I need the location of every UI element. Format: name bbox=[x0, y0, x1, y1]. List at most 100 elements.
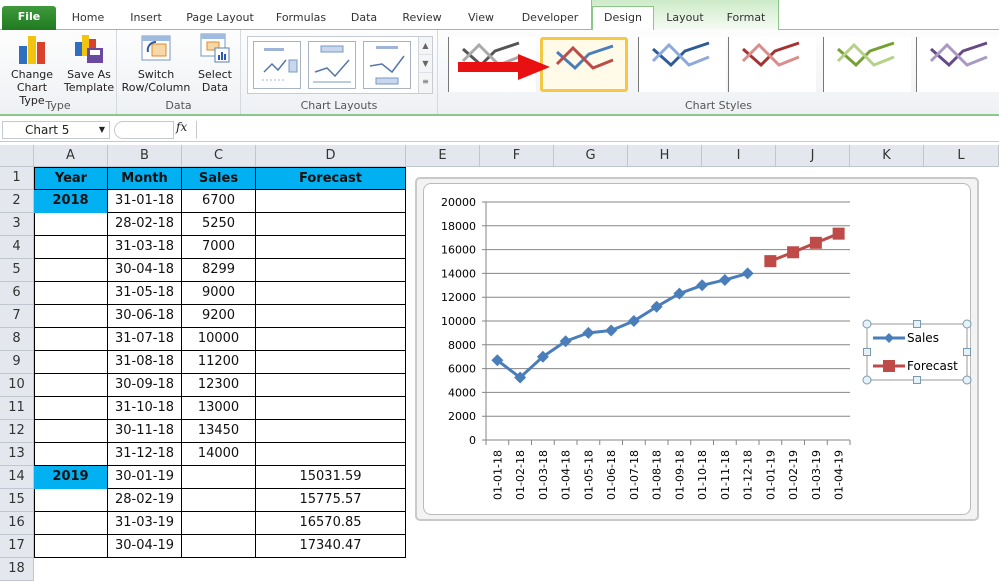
table-header-year[interactable]: Year bbox=[34, 167, 108, 190]
table-cell[interactable]: 15775.57 bbox=[256, 489, 406, 512]
tab-data[interactable]: Data bbox=[342, 9, 386, 30]
table-cell[interactable]: 15031.59 bbox=[256, 466, 406, 489]
row-header-3[interactable]: 3 bbox=[0, 213, 34, 236]
column-header-A[interactable]: A bbox=[34, 145, 108, 167]
table-cell[interactable]: 31-10-18 bbox=[108, 397, 182, 420]
table-cell[interactable] bbox=[34, 374, 108, 397]
row-header-2[interactable]: 2 bbox=[0, 190, 34, 213]
scroll-down-icon[interactable]: ▼ bbox=[419, 55, 432, 73]
tab-layout[interactable]: Layout bbox=[658, 9, 712, 30]
table-cell[interactable]: 9000 bbox=[182, 282, 256, 305]
table-cell[interactable]: 31-03-18 bbox=[108, 236, 182, 259]
row-header-16[interactable]: 16 bbox=[0, 512, 34, 535]
scroll-up-icon[interactable]: ▲ bbox=[419, 37, 432, 55]
table-cell[interactable] bbox=[34, 328, 108, 351]
table-cell[interactable] bbox=[182, 512, 256, 535]
table-cell[interactable] bbox=[34, 351, 108, 374]
table-header-sales[interactable]: Sales bbox=[182, 167, 256, 190]
chart-object[interactable]: 0 2000 4000 6000 8000 10000 12000 14000 16000 180… bbox=[415, 177, 979, 521]
column-header-J[interactable]: J bbox=[776, 145, 850, 167]
row-header-7[interactable]: 7 bbox=[0, 305, 34, 328]
table-cell[interactable] bbox=[256, 420, 406, 443]
table-cell[interactable]: 17340.47 bbox=[256, 535, 406, 558]
column-header-G[interactable]: G bbox=[554, 145, 628, 167]
chart-style-blue[interactable] bbox=[638, 37, 726, 92]
chart-layout-3[interactable] bbox=[363, 41, 411, 89]
column-header-B[interactable]: B bbox=[108, 145, 182, 167]
table-cell[interactable]: 30-11-18 bbox=[108, 420, 182, 443]
tab-developer[interactable]: Developer bbox=[516, 9, 584, 30]
table-cell[interactable] bbox=[182, 489, 256, 512]
chart-layout-1[interactable] bbox=[253, 41, 301, 89]
table-cell[interactable] bbox=[256, 374, 406, 397]
table-cell[interactable]: 13000 bbox=[182, 397, 256, 420]
table-cell[interactable] bbox=[256, 236, 406, 259]
row-header-13[interactable]: 13 bbox=[0, 443, 34, 466]
table-cell[interactable] bbox=[34, 443, 108, 466]
table-cell[interactable]: 7000 bbox=[182, 236, 256, 259]
chart-style-red[interactable] bbox=[728, 37, 816, 92]
chart-area[interactable]: 0 2000 4000 6000 8000 10000 12000 14000 16000 180… bbox=[423, 183, 972, 515]
row-header-1[interactable]: 1 bbox=[0, 167, 34, 190]
row-header-5[interactable]: 5 bbox=[0, 259, 34, 282]
table-cell[interactable]: 30-04-18 bbox=[108, 259, 182, 282]
chart-layout-2[interactable] bbox=[308, 41, 356, 89]
table-cell[interactable]: 10000 bbox=[182, 328, 256, 351]
table-cell[interactable]: 13450 bbox=[182, 420, 256, 443]
table-header-month[interactable]: Month bbox=[108, 167, 182, 190]
row-header-10[interactable]: 10 bbox=[0, 374, 34, 397]
table-cell[interactable] bbox=[256, 213, 406, 236]
table-cell[interactable]: 30-01-19 bbox=[108, 466, 182, 489]
table-cell[interactable] bbox=[256, 397, 406, 420]
table-cell[interactable]: 8299 bbox=[182, 259, 256, 282]
table-cell[interactable] bbox=[34, 282, 108, 305]
table-cell[interactable]: 11200 bbox=[182, 351, 256, 374]
table-cell[interactable]: 2018 bbox=[34, 190, 108, 213]
formula-input[interactable] bbox=[196, 121, 996, 139]
table-cell[interactable]: 12300 bbox=[182, 374, 256, 397]
row-header-9[interactable]: 9 bbox=[0, 351, 34, 374]
table-cell[interactable]: 30-09-18 bbox=[108, 374, 182, 397]
tab-formulas[interactable]: Formulas bbox=[270, 9, 332, 30]
row-header-4[interactable]: 4 bbox=[0, 236, 34, 259]
chart-style-purple[interactable] bbox=[916, 37, 999, 92]
switch-row-column-button[interactable]: Switch Row/Column bbox=[121, 32, 191, 94]
save-as-template-button[interactable]: Save As Template bbox=[62, 32, 116, 94]
table-cell[interactable]: 9200 bbox=[182, 305, 256, 328]
table-cell[interactable]: 6700 bbox=[182, 190, 256, 213]
table-cell[interactable] bbox=[34, 420, 108, 443]
column-header-H[interactable]: H bbox=[628, 145, 702, 167]
tab-design[interactable]: Design bbox=[592, 6, 654, 31]
table-cell[interactable] bbox=[34, 259, 108, 282]
row-header-14[interactable]: 14 bbox=[0, 466, 34, 489]
row-header-17[interactable]: 17 bbox=[0, 535, 34, 558]
select-all-corner[interactable] bbox=[0, 145, 34, 167]
table-cell[interactable]: 31-08-18 bbox=[108, 351, 182, 374]
gallery-expand-icon[interactable]: ≡ bbox=[419, 73, 432, 91]
tab-page-layout[interactable]: Page Layout bbox=[180, 9, 260, 30]
table-cell[interactable] bbox=[34, 535, 108, 558]
name-box[interactable]: Chart 5 ▼ bbox=[2, 121, 110, 139]
change-chart-type-button[interactable]: Change Chart Type bbox=[4, 32, 60, 107]
column-header-D[interactable]: D bbox=[256, 145, 406, 167]
table-cell[interactable] bbox=[256, 351, 406, 374]
chevron-down-icon[interactable]: ▼ bbox=[99, 122, 105, 138]
tab-insert[interactable]: Insert bbox=[120, 9, 172, 30]
table-cell[interactable]: 14000 bbox=[182, 443, 256, 466]
table-header-forecast[interactable]: Forecast bbox=[256, 167, 406, 190]
table-cell[interactable] bbox=[182, 535, 256, 558]
table-cell[interactable] bbox=[256, 328, 406, 351]
row-header-8[interactable]: 8 bbox=[0, 328, 34, 351]
table-cell[interactable] bbox=[34, 305, 108, 328]
table-cell[interactable] bbox=[256, 259, 406, 282]
table-cell[interactable] bbox=[34, 213, 108, 236]
row-header-6[interactable]: 6 bbox=[0, 282, 34, 305]
table-cell[interactable]: 31-05-18 bbox=[108, 282, 182, 305]
table-cell[interactable] bbox=[256, 305, 406, 328]
row-header-12[interactable]: 12 bbox=[0, 420, 34, 443]
table-cell[interactable]: 31-12-18 bbox=[108, 443, 182, 466]
column-header-L[interactable]: L bbox=[924, 145, 999, 167]
fx-icon[interactable]: fx bbox=[176, 120, 187, 134]
table-cell[interactable] bbox=[256, 190, 406, 213]
table-cell[interactable] bbox=[34, 236, 108, 259]
